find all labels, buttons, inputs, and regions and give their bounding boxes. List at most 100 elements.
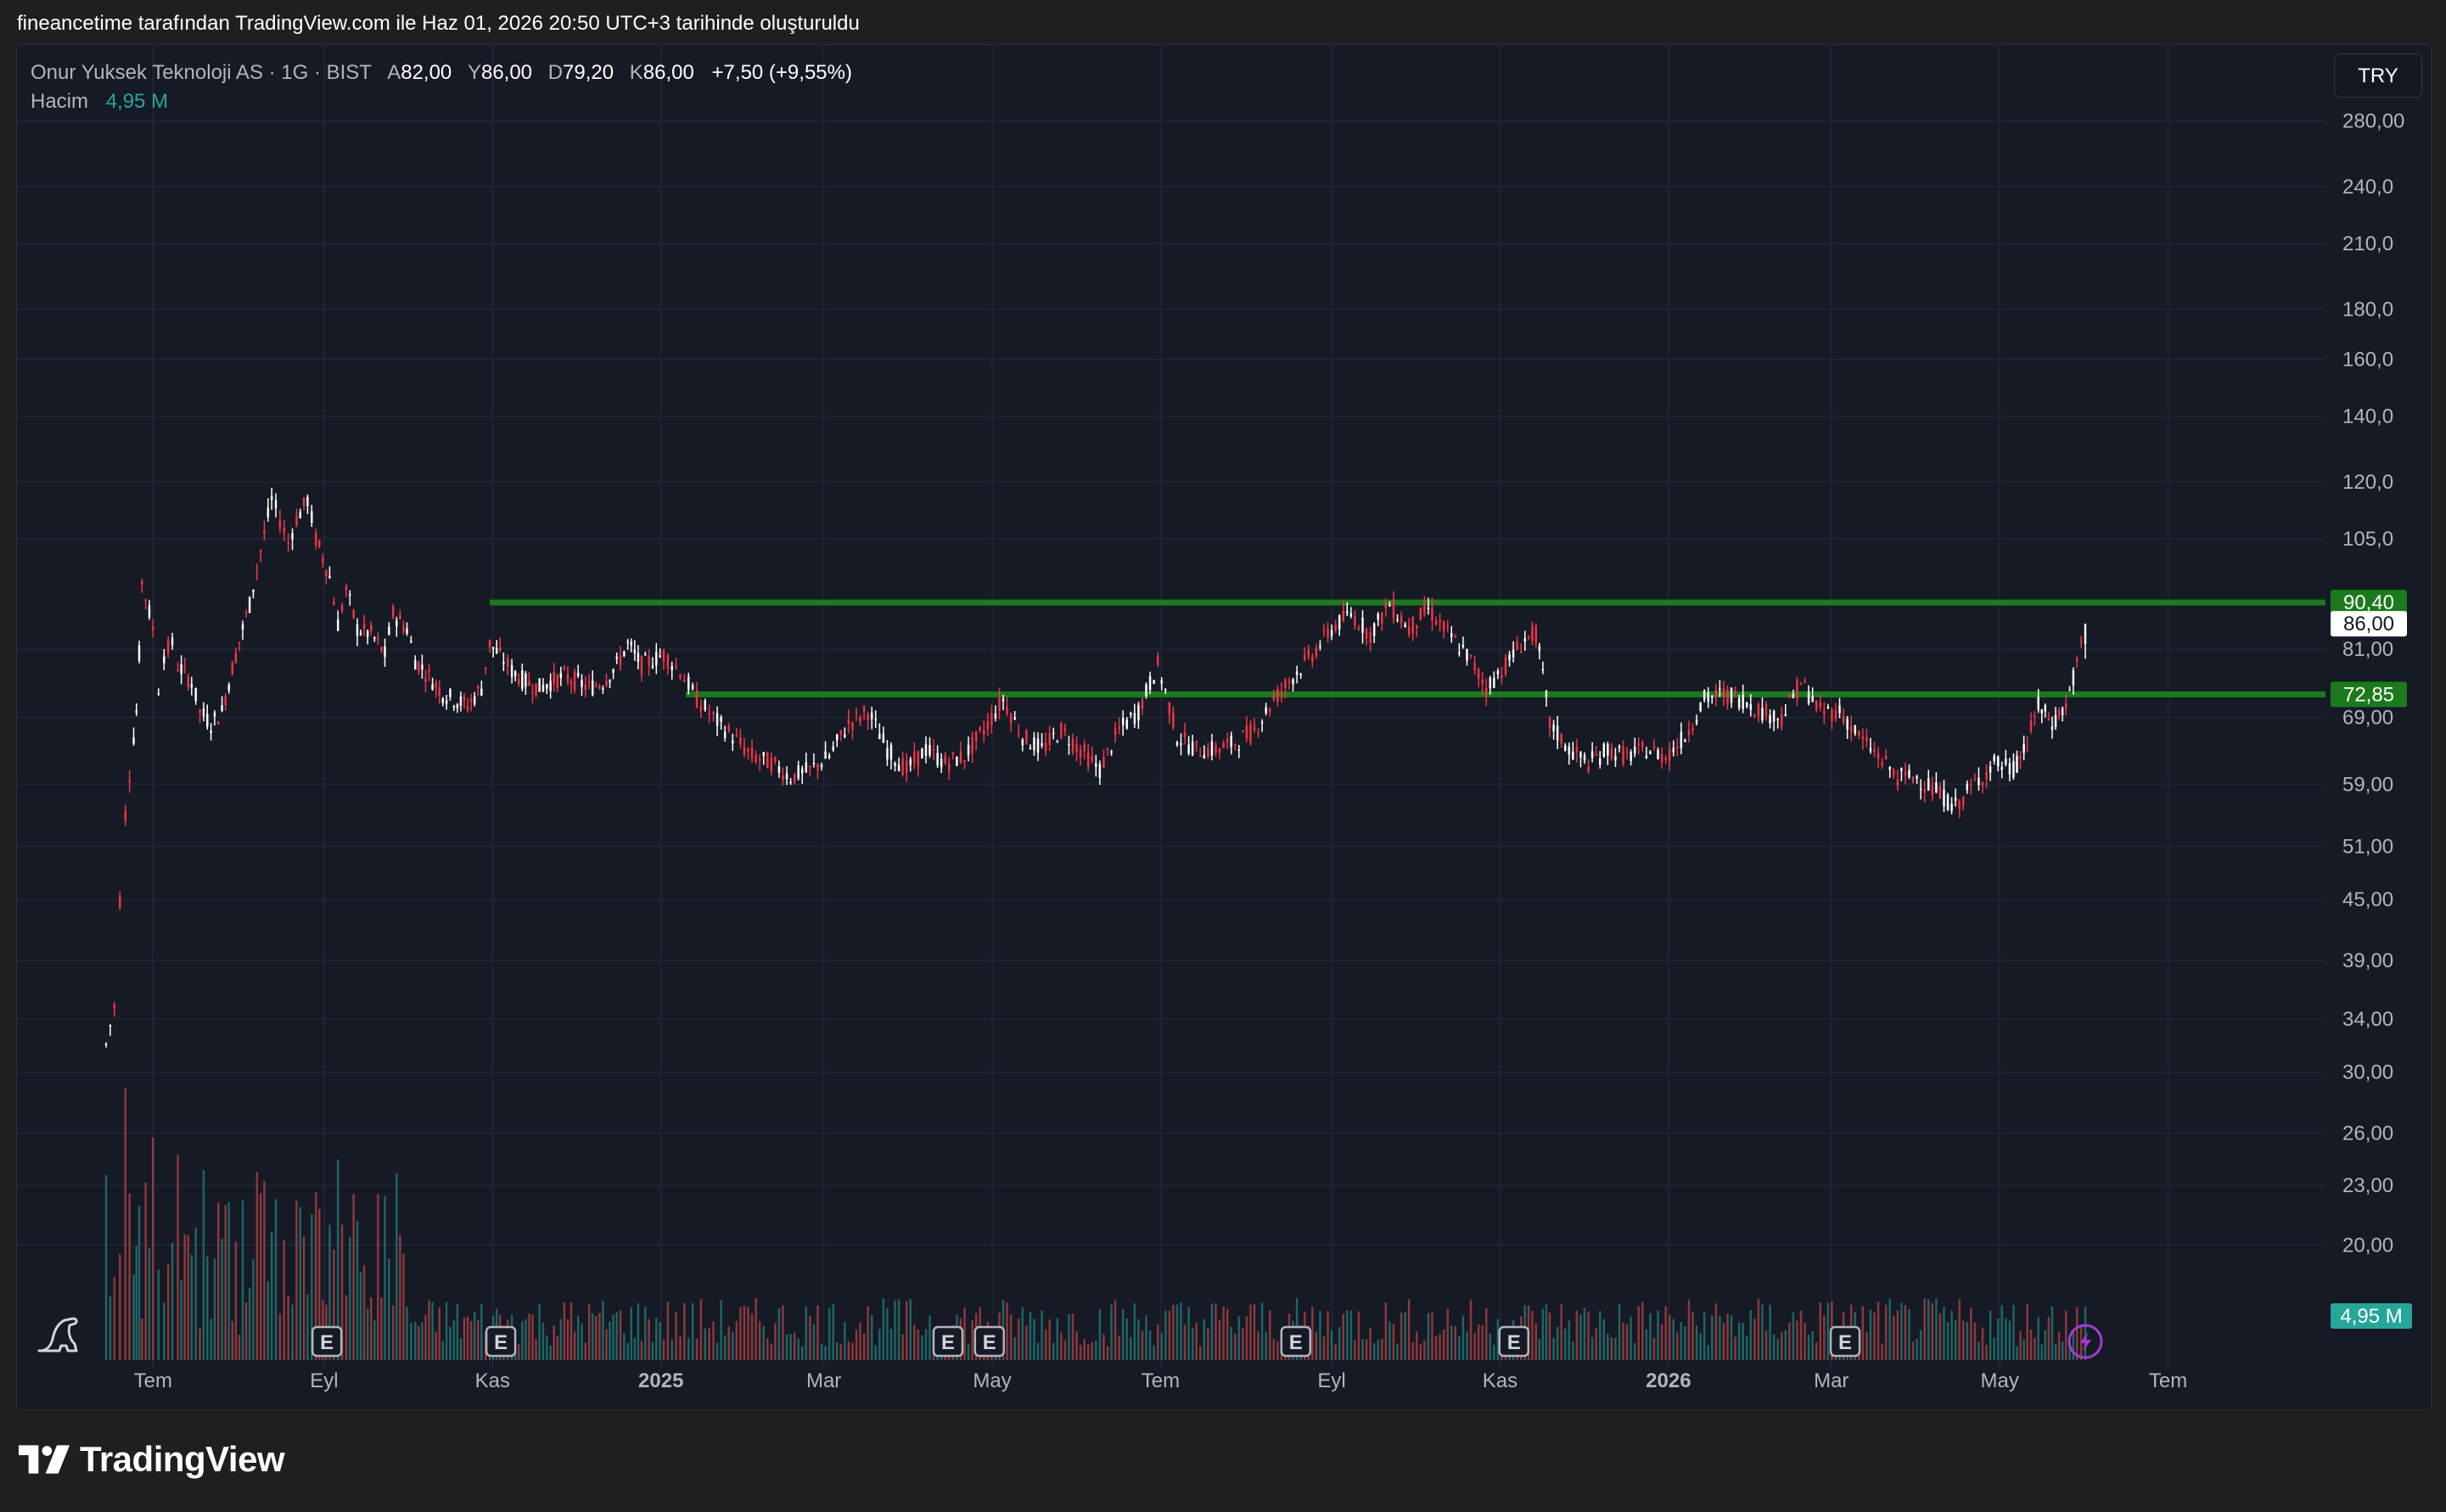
volume-bar [1183, 1324, 1187, 1360]
volume-bar [1799, 1310, 1803, 1360]
volume-bar [712, 1321, 715, 1360]
candle-body [473, 696, 476, 704]
volume-bar [1207, 1328, 1209, 1360]
volume-bar [1427, 1313, 1430, 1360]
volume-bar [1079, 1345, 1082, 1360]
volume-bar [1226, 1308, 1229, 1360]
candle-body [414, 660, 417, 670]
candle-body [418, 661, 420, 672]
volume-bar [1769, 1304, 1771, 1360]
candle-body [1330, 630, 1333, 636]
candle-body [1687, 729, 1691, 736]
candle-body [994, 714, 997, 719]
volume-bar [566, 1319, 569, 1360]
earnings-marker-icon[interactable]: E [1498, 1325, 1529, 1358]
currency-button[interactable]: TRY [2334, 53, 2422, 98]
volume-bar [1664, 1306, 1667, 1360]
volume-bar [1823, 1315, 1826, 1360]
volume-bar [901, 1334, 904, 1360]
volume-bar [1439, 1334, 1441, 1360]
candle-body [1319, 646, 1321, 647]
earnings-marker-letter: E [1507, 1331, 1521, 1354]
candle-body [171, 637, 174, 646]
volume-bar [302, 1236, 306, 1360]
volume-bar [1048, 1319, 1051, 1360]
volume-bar [1657, 1310, 1659, 1360]
volume-bar [836, 1341, 839, 1360]
earnings-marker-icon[interactable]: E [1280, 1325, 1312, 1358]
volume-bar [1141, 1330, 1144, 1360]
volume-bar [1372, 1343, 1376, 1360]
candle-body [615, 656, 618, 659]
volume-bar [1757, 1299, 1760, 1360]
volume-bar [1962, 1320, 1965, 1360]
candle-body [255, 568, 259, 571]
candle-body [469, 698, 473, 703]
candle-body [1784, 714, 1787, 716]
earnings-marker-icon[interactable]: E [311, 1325, 343, 1358]
volume-bar [1041, 1310, 1043, 1360]
symbol-title[interactable]: Onur Yuksek Teknoloji AS · 1G · BIST [31, 61, 372, 84]
candle-body [370, 624, 373, 632]
candle-body [867, 714, 869, 721]
candle-body [1342, 611, 1344, 621]
volume-bar [190, 1254, 194, 1360]
candle-body [302, 497, 306, 507]
earnings-marker-icon[interactable]: E [973, 1325, 1006, 1358]
volume-bar [1121, 1309, 1125, 1360]
level-price-label: 72,85 [2343, 683, 2394, 706]
volume-label[interactable]: Hacim [31, 90, 88, 113]
price-tick-label: 20,00 [2342, 1234, 2393, 1257]
candle-body [1284, 679, 1287, 688]
volume-bar [414, 1321, 417, 1360]
candle-body [1602, 743, 1605, 757]
candle-body [1545, 691, 1548, 698]
candle-body [1896, 780, 1899, 787]
volume-bar [1342, 1313, 1344, 1360]
candle-body [388, 626, 390, 636]
dino-icon[interactable] [37, 1317, 78, 1352]
volume-bar [199, 1328, 201, 1360]
candle-body [227, 685, 230, 691]
candle-body [1630, 752, 1632, 761]
earnings-marker-icon[interactable]: E [1829, 1325, 1861, 1358]
volume-bar [202, 1169, 205, 1360]
volume-bar [867, 1306, 869, 1360]
volume-bar [602, 1301, 604, 1360]
candle-body [909, 759, 912, 765]
volume-bar [1218, 1319, 1221, 1360]
candle-body [630, 641, 632, 646]
candle-body [1071, 738, 1074, 752]
volume-bar [640, 1341, 643, 1360]
candle-body [901, 758, 904, 775]
volume-bar [2019, 1330, 2022, 1360]
candle-body [507, 658, 509, 668]
candle-body [1125, 720, 1128, 729]
volume-bar [1396, 1343, 1399, 1360]
volume-bar [152, 1137, 154, 1360]
volume-bar [1935, 1298, 1938, 1360]
candle-body [359, 632, 362, 635]
price-tick-label: 26,00 [2342, 1123, 2393, 1145]
candle-body [1714, 689, 1718, 698]
volume-bar [1419, 1344, 1422, 1360]
close-label: K [629, 61, 643, 84]
candle-body [1684, 740, 1686, 742]
candle-body [1707, 692, 1709, 702]
time-tick-label: Tem [2149, 1369, 2187, 1392]
volume-bar [1815, 1342, 1818, 1360]
candle-body [940, 759, 943, 768]
earnings-marker-icon[interactable]: E [485, 1325, 517, 1358]
price-chart[interactable]: 280,00 240,0 210,0 180,0 160,0 140,0 120,0 105,… [17, 45, 2432, 1410]
candle-body [774, 757, 777, 761]
volume-bar [183, 1235, 186, 1360]
symbol-legend: Onur Yuksek Teknoloji AS · 1G · BIST A82… [31, 59, 852, 116]
earnings-marker-icon[interactable]: E [932, 1325, 964, 1358]
volume-bar [1625, 1324, 1629, 1360]
chart-area[interactable]: 280,00 240,0 210,0 180,0 160,0 140,0 120,0 105,… [16, 44, 2432, 1410]
volume-bar [963, 1308, 966, 1360]
candle-body [1512, 649, 1515, 658]
volume-bar [1361, 1339, 1364, 1360]
volume-bar [1319, 1311, 1321, 1360]
candle-body [1431, 608, 1433, 621]
